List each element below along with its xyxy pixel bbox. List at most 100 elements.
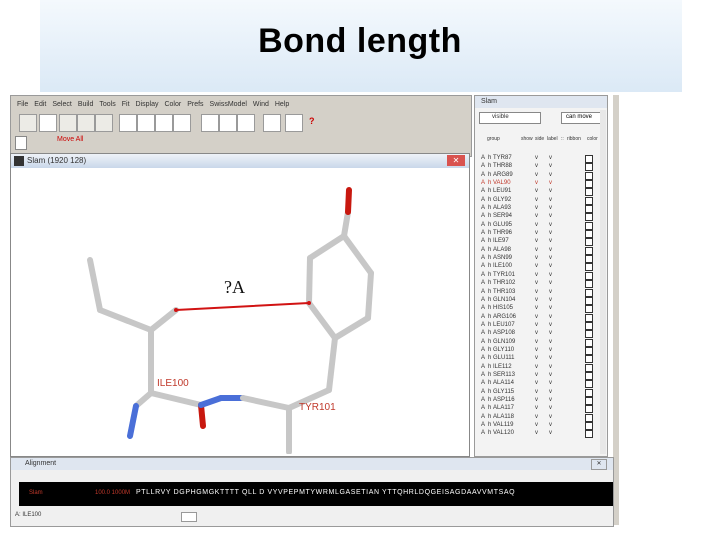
menu-item-prefs[interactable]: Prefs <box>187 101 203 108</box>
show-toggle[interactable]: v <box>535 271 538 279</box>
toolbar-tool-button[interactable] <box>285 114 303 132</box>
alignment-titlebar[interactable]: Alignment ✕ <box>11 458 613 470</box>
column-header[interactable]: label <box>547 136 558 142</box>
list-item[interactable]: Ah ALA114 v v <box>475 379 607 389</box>
list-item[interactable]: Ah GLY92 v v <box>475 196 607 205</box>
column-header[interactable]: side <box>535 136 544 142</box>
side-toggle[interactable]: v <box>549 379 552 387</box>
show-toggle[interactable]: v <box>535 413 538 421</box>
toolbar-tool-button[interactable] <box>119 114 137 132</box>
side-toggle[interactable]: v <box>549 346 552 354</box>
list-item[interactable]: Ah LEU91 v v <box>475 187 607 197</box>
side-toggle[interactable]: v <box>549 221 552 229</box>
molecule-viewer[interactable]: ?A ILE100 TYR101 <box>11 168 467 454</box>
toolbar-tool-button[interactable] <box>201 114 219 132</box>
show-toggle[interactable]: v <box>535 221 538 229</box>
menu-item-wind[interactable]: Wind <box>253 101 269 108</box>
close-icon[interactable]: ✕ <box>591 459 607 470</box>
side-toggle[interactable]: v <box>549 313 552 321</box>
menu-item-swissmodel[interactable]: SwissModel <box>210 101 247 108</box>
show-toggle[interactable]: v <box>535 171 538 179</box>
side-toggle[interactable]: v <box>549 246 552 254</box>
list-item[interactable]: Ah ALA118 v v <box>475 413 607 422</box>
list-item[interactable]: Ah ALA93 v v <box>475 204 607 214</box>
show-toggle[interactable]: v <box>535 346 538 354</box>
show-toggle[interactable]: v <box>535 404 538 412</box>
show-toggle[interactable]: v <box>535 313 538 321</box>
side-toggle[interactable]: v <box>549 329 552 337</box>
alignment-scrollbar[interactable] <box>181 512 197 522</box>
show-toggle[interactable]: v <box>535 371 538 379</box>
side-toggle[interactable]: v <box>549 288 552 296</box>
side-toggle[interactable]: v <box>549 204 552 212</box>
show-toggle[interactable]: v <box>535 354 538 362</box>
show-toggle[interactable]: v <box>535 329 538 337</box>
list-item[interactable]: Ah ASP116 v v <box>475 396 607 405</box>
side-toggle[interactable]: v <box>549 279 552 287</box>
show-toggle[interactable]: v <box>535 237 538 245</box>
sequence-track[interactable]: Slam 100.0 1000M PTLLRVY DGPHGMGKTTTT QL… <box>19 482 613 506</box>
show-toggle[interactable]: v <box>535 338 538 346</box>
side-toggle[interactable]: v <box>549 187 552 195</box>
list-item[interactable]: Ah GLN109 v v <box>475 338 607 347</box>
side-toggle[interactable]: v <box>549 429 552 437</box>
list-item[interactable]: Ah THR88 v v <box>475 162 607 172</box>
toolbar-tool-button[interactable] <box>137 114 155 132</box>
list-item[interactable]: Ah ALA98 v v <box>475 246 607 255</box>
layer-dropdown[interactable]: visible <box>479 112 541 124</box>
toolbar-tool-button[interactable] <box>173 114 191 132</box>
list-item[interactable]: Ah ILE97 v v <box>475 237 607 247</box>
show-toggle[interactable]: v <box>535 296 538 304</box>
toolbar-tool-button[interactable] <box>77 114 95 132</box>
column-header[interactable]: show <box>521 136 533 142</box>
control-panel-titlebar[interactable]: Slam <box>475 96 607 108</box>
list-item[interactable]: Ah ASN99 v v <box>475 254 607 264</box>
show-toggle[interactable]: v <box>535 154 538 162</box>
show-toggle[interactable]: v <box>535 212 538 220</box>
show-toggle[interactable]: v <box>535 388 538 396</box>
side-toggle[interactable]: v <box>549 237 552 245</box>
menu-item-select[interactable]: Select <box>52 101 71 108</box>
list-item[interactable]: Ah THR103 v v <box>475 288 607 297</box>
color-checkbox[interactable] <box>585 430 593 439</box>
side-toggle[interactable]: v <box>549 296 552 304</box>
side-toggle[interactable]: v <box>549 179 552 187</box>
list-item[interactable]: Ah ASP108 v v <box>475 329 607 339</box>
structure-window-titlebar[interactable]: Slam (1920 128) ✕ <box>11 154 469 168</box>
show-toggle[interactable]: v <box>535 196 538 204</box>
side-toggle[interactable]: v <box>549 171 552 179</box>
list-item[interactable]: Ah HIS105 v v <box>475 304 607 314</box>
side-toggle[interactable]: v <box>549 262 552 270</box>
side-toggle[interactable]: v <box>549 396 552 404</box>
side-toggle[interactable]: v <box>549 162 552 170</box>
side-toggle[interactable]: v <box>549 404 552 412</box>
side-toggle[interactable]: v <box>549 196 552 204</box>
show-toggle[interactable]: v <box>535 229 538 237</box>
side-toggle[interactable]: v <box>549 154 552 162</box>
side-toggle[interactable]: v <box>549 271 552 279</box>
show-toggle[interactable]: v <box>535 246 538 254</box>
list-item[interactable]: Ah TYR87 v v <box>475 154 607 163</box>
side-toggle[interactable]: v <box>549 304 552 312</box>
menu-item-help[interactable]: Help <box>275 101 289 108</box>
toolbar-tool-button[interactable] <box>19 114 37 132</box>
toolbar-tool-button[interactable] <box>39 114 57 132</box>
list-item[interactable]: Ah LEU107 v v <box>475 321 607 330</box>
show-toggle[interactable]: v <box>535 179 538 187</box>
list-item[interactable]: Ah GLU111 v v <box>475 354 607 364</box>
list-item[interactable]: Ah ILE112 v v <box>475 363 607 372</box>
show-toggle[interactable]: v <box>535 204 538 212</box>
side-toggle[interactable]: v <box>549 363 552 371</box>
list-item[interactable]: Ah ILE100 v v <box>475 262 607 272</box>
show-toggle[interactable]: v <box>535 262 538 270</box>
show-toggle[interactable]: v <box>535 254 538 262</box>
show-toggle[interactable]: v <box>535 421 538 429</box>
side-toggle[interactable]: v <box>549 212 552 220</box>
toolbar-tool-button[interactable] <box>219 114 237 132</box>
help-icon[interactable]: ? <box>309 116 315 126</box>
column-header[interactable]: ribbon <box>567 136 581 142</box>
list-item[interactable]: Ah GLU95 v v <box>475 221 607 230</box>
menu-item-file[interactable]: File <box>17 101 28 108</box>
list-item[interactable]: Ah SER113 v v <box>475 371 607 380</box>
show-toggle[interactable]: v <box>535 429 538 437</box>
